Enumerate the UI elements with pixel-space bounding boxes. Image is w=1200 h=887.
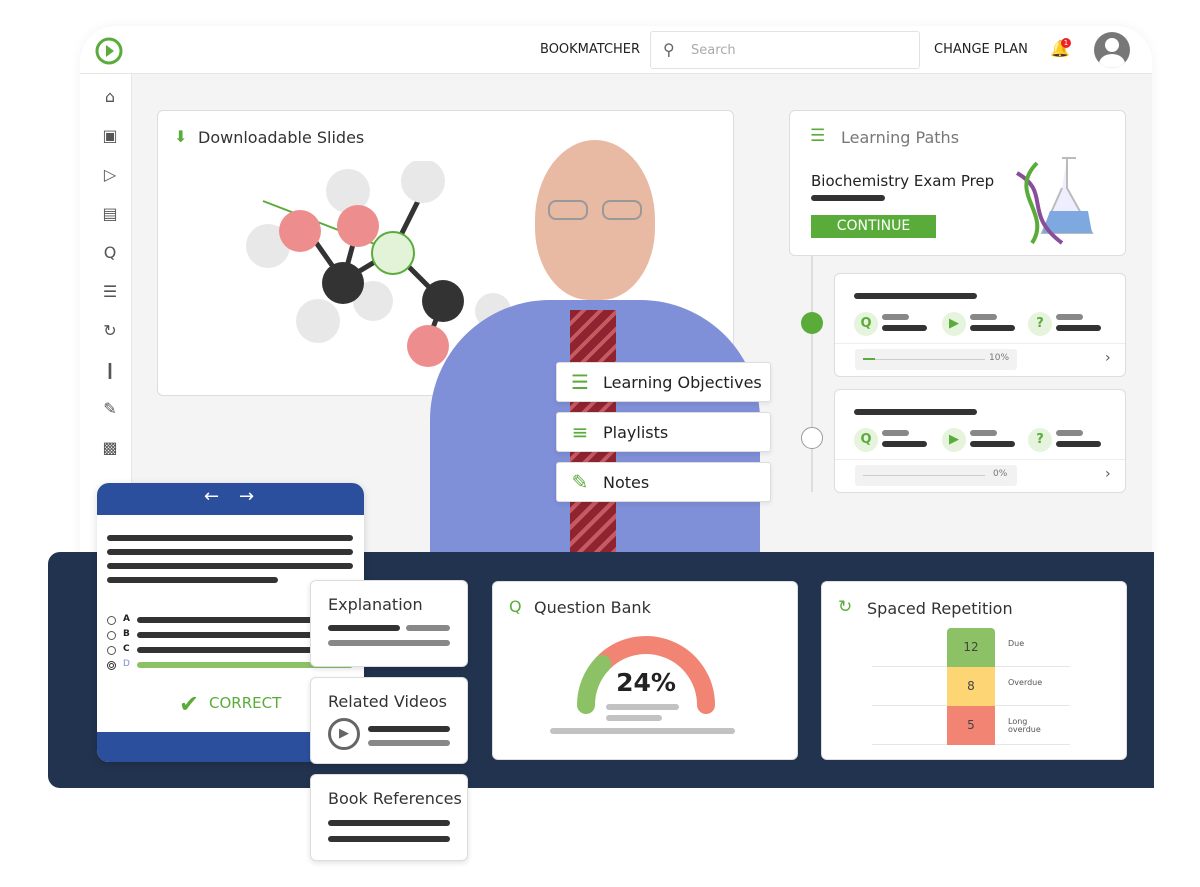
- result-label: CORRECT: [209, 694, 282, 712]
- chevron-right-icon[interactable]: ›: [1105, 350, 1111, 366]
- course-name: Biochemistry Exam Prep: [811, 172, 995, 190]
- question-bank-icon[interactable]: Q: [100, 244, 120, 262]
- change-plan-link[interactable]: CHANGE PLAN: [934, 42, 1028, 57]
- progress-fill: [863, 358, 875, 360]
- step-indicator-active: [801, 312, 823, 334]
- spaced-repetition-icon[interactable]: ↻: [100, 322, 120, 340]
- arrow-left-icon[interactable]: ←: [204, 486, 219, 507]
- question-icon: Q: [854, 312, 878, 336]
- gauge-percent: 24%: [616, 668, 676, 697]
- spaced-repetition-row: 8 Overdue: [872, 667, 1070, 706]
- arrow-right-icon[interactable]: →: [239, 486, 254, 507]
- count-label: Long overdue: [1008, 717, 1041, 734]
- help-icon: ?: [1028, 428, 1052, 452]
- bookmark-icon[interactable]: ❙: [100, 361, 120, 379]
- spaced-repetition-row: 5 Long overdue: [872, 706, 1070, 745]
- search-input[interactable]: ⚲ Search: [650, 31, 920, 69]
- progress-bar: 0%: [855, 465, 1017, 486]
- slides-title: Downloadable Slides: [198, 128, 365, 147]
- notes-icon[interactable]: ✎: [100, 400, 120, 418]
- home-icon[interactable]: ⌂: [100, 88, 120, 106]
- learning-paths-card: ☰ Learning Paths Biochemistry Exam Prep …: [789, 110, 1126, 256]
- search-icon: ⚲: [663, 40, 675, 59]
- dna-flask-illustration: [1015, 157, 1094, 245]
- count-cell: 8: [947, 667, 995, 706]
- related-videos-card[interactable]: Related Videos ▶: [310, 677, 468, 764]
- count-label: Due: [1008, 639, 1025, 648]
- timeline-line: [811, 256, 813, 492]
- spaced-repetition-row: 12 Due: [872, 628, 1070, 667]
- bookmatcher-link[interactable]: BOOKMATCHER: [540, 42, 640, 57]
- video-icon: ▶: [942, 428, 966, 452]
- stats-icon[interactable]: ▩: [100, 439, 120, 457]
- count-cell: 12: [947, 628, 995, 667]
- logo-icon[interactable]: [94, 36, 124, 66]
- check-icon: ✔: [179, 690, 200, 718]
- top-bar: BOOKMATCHER ⚲ Search CHANGE PLAN 🔔 1: [80, 26, 1152, 74]
- articles-icon[interactable]: ▤: [100, 205, 120, 223]
- count-cell: 5: [947, 706, 995, 745]
- notification-badge: 1: [1061, 38, 1071, 48]
- question-icon: Q: [854, 428, 878, 452]
- playlist-icon: ≡: [571, 420, 589, 444]
- playlists-button[interactable]: ≡ Playlists: [556, 412, 771, 452]
- path-step-card[interactable]: Q ▶ ? 10% ›: [834, 273, 1126, 377]
- notes-icon: ✎: [571, 470, 589, 494]
- video-library-icon[interactable]: ▷: [100, 166, 120, 184]
- book-references-card[interactable]: Book References: [310, 774, 468, 861]
- video-icon: ▶: [942, 312, 966, 336]
- spaced-repetition-icon: ↻: [838, 597, 853, 617]
- help-icon: ?: [1028, 312, 1052, 336]
- play-icon[interactable]: ▶: [328, 718, 360, 750]
- spaced-repetition-card[interactable]: ↻ Spaced Repetition 12 Due 8 Overdue 5 Long o…: [821, 581, 1127, 760]
- path-step-card[interactable]: Q ▶ ? 0% ›: [834, 389, 1126, 493]
- continue-button[interactable]: CONTINUE: [811, 215, 936, 238]
- download-icon: ⬇: [174, 127, 188, 146]
- progress-bar: 10%: [855, 349, 1017, 370]
- notes-button[interactable]: ✎ Notes: [556, 462, 771, 502]
- clipboard-icon[interactable]: ▣: [100, 127, 120, 145]
- learning-paths-icon[interactable]: ☰: [100, 283, 120, 301]
- count-label: Overdue: [1008, 678, 1043, 687]
- chevron-right-icon[interactable]: ›: [1105, 466, 1111, 482]
- explanation-card[interactable]: Explanation: [310, 580, 468, 667]
- question-bank-icon: Q: [509, 597, 522, 616]
- avatar[interactable]: [1094, 32, 1130, 68]
- list-icon: ☰: [571, 370, 589, 394]
- learning-paths-icon: ☰: [810, 126, 826, 146]
- question-bank-card[interactable]: Q Question Bank 24%: [492, 581, 798, 760]
- step-indicator-inactive: [801, 427, 823, 449]
- learning-objectives-button[interactable]: ☰ Learning Objectives: [556, 362, 771, 402]
